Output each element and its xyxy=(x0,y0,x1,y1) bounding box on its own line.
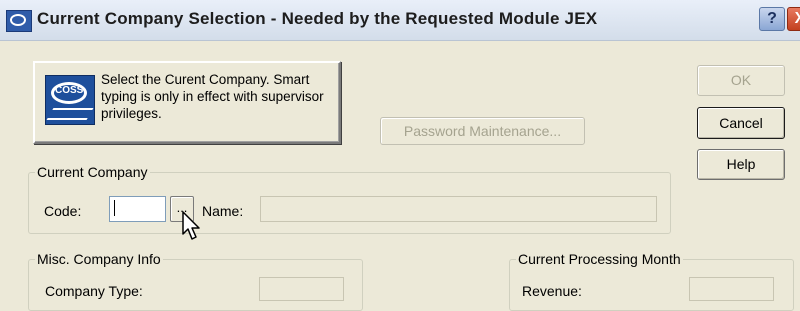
window-title: Current Company Selection - Needed by th… xyxy=(37,9,598,28)
help-button[interactable]: Help xyxy=(697,149,785,180)
revenue-label: Revenue: xyxy=(522,283,582,299)
banner-text: Select the Curent Company. Smart typing … xyxy=(101,72,324,121)
password-maintenance-button[interactable]: Password Maintenance... xyxy=(380,117,585,145)
title-close-button[interactable]: X xyxy=(787,7,800,31)
company-type-label: Company Type: xyxy=(45,283,143,299)
company-logo-icon: COSS xyxy=(45,75,95,125)
misc-company-info-legend: Misc. Company Info xyxy=(37,251,161,267)
info-banner: COSS Select the Curent Company. Smart ty… xyxy=(33,61,341,144)
title-help-button[interactable]: ? xyxy=(759,7,785,31)
revenue-field xyxy=(689,277,774,301)
title-bar[interactable]: Current Company Selection - Needed by th… xyxy=(0,0,800,41)
logo-text: COSS xyxy=(55,85,84,96)
name-label: Name: xyxy=(202,203,244,219)
app-icon xyxy=(6,10,32,32)
mouse-cursor-icon xyxy=(182,211,200,240)
code-input[interactable] xyxy=(109,196,166,222)
cancel-button[interactable]: Cancel xyxy=(697,107,785,139)
logo-wave xyxy=(46,108,94,120)
name-field xyxy=(260,196,657,222)
code-label: Code: xyxy=(44,203,82,219)
text-caret xyxy=(114,200,115,216)
ok-button[interactable]: OK xyxy=(697,65,785,96)
current-company-legend: Current Company xyxy=(37,164,148,180)
company-type-field xyxy=(259,277,344,301)
current-processing-month-legend: Current Processing Month xyxy=(518,251,681,267)
